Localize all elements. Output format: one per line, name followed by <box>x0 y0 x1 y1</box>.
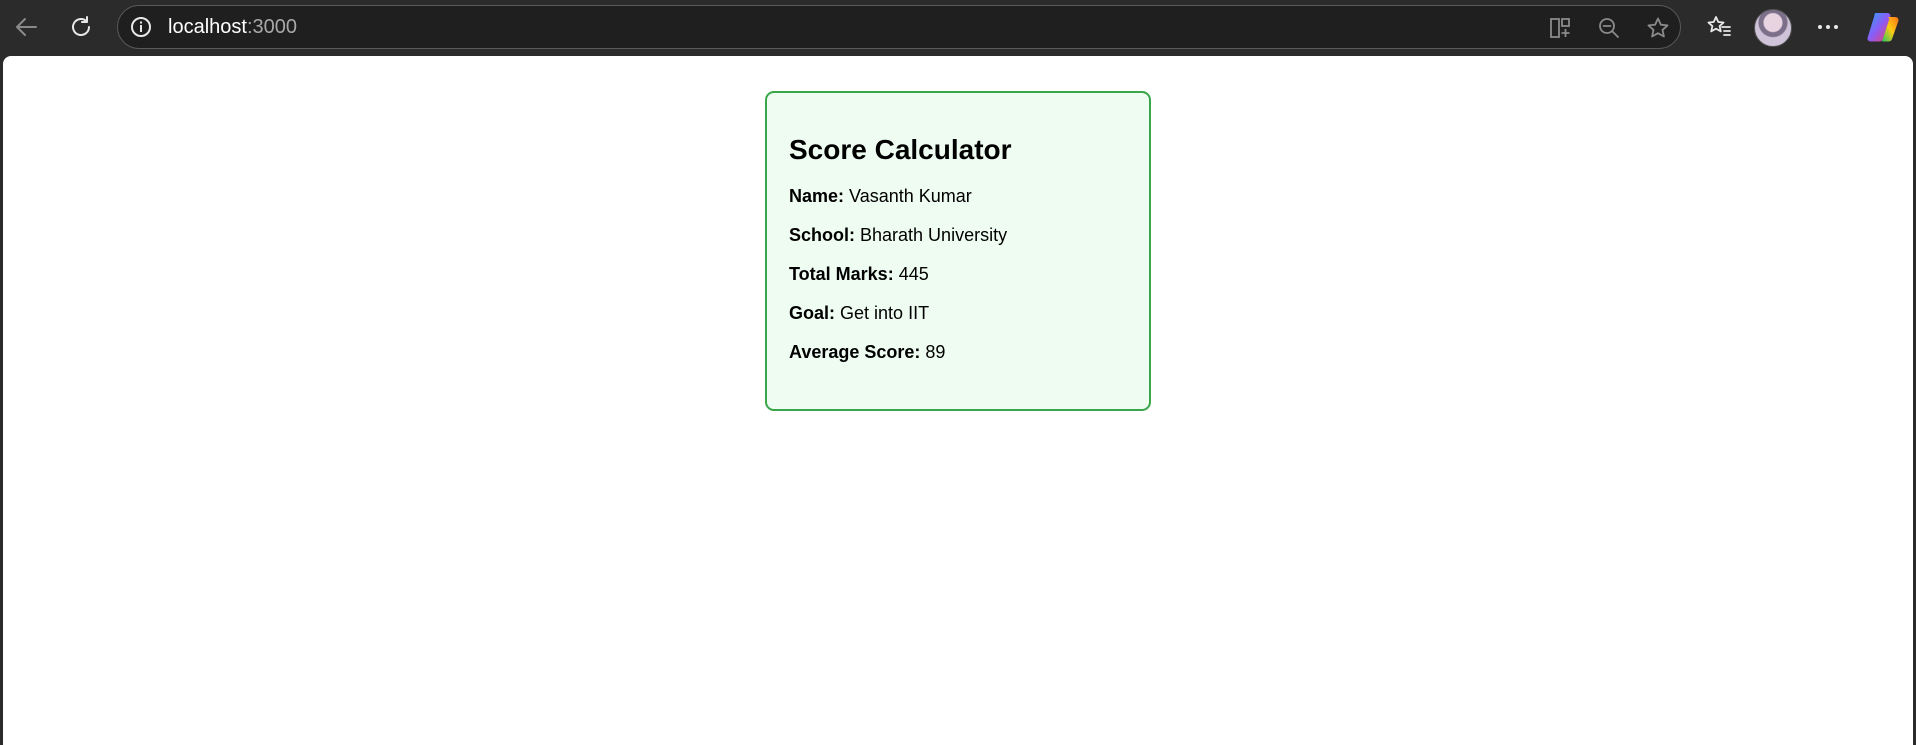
score-card: Score Calculator Name: Vasanth Kumar Sch… <box>765 91 1151 411</box>
zoom-out-icon[interactable] <box>1596 15 1622 41</box>
name-row: Name: Vasanth Kumar <box>789 185 1149 207</box>
address-bar[interactable]: localhost:3000 <box>117 5 1681 49</box>
favorites-icon[interactable] <box>1699 7 1739 47</box>
url-port: :3000 <box>246 16 297 38</box>
star-icon[interactable] <box>1645 15 1671 41</box>
copilot-icon[interactable] <box>1865 9 1901 45</box>
school-label: School: <box>789 225 855 245</box>
average-score-label: Average Score: <box>789 342 921 362</box>
back-arrow-icon[interactable] <box>7 7 47 47</box>
name-value: Vasanth Kumar <box>849 186 972 206</box>
goal-value: Get into IIT <box>840 303 930 323</box>
average-score-row: Average Score: 89 <box>789 341 1149 363</box>
school-value: Bharath University <box>860 225 1008 245</box>
more-icon[interactable] <box>1808 7 1848 47</box>
info-icon[interactable] <box>130 16 152 38</box>
refresh-icon[interactable] <box>61 7 101 47</box>
total-marks-row: Total Marks: 445 <box>789 263 1149 285</box>
page-viewport: Score Calculator Name: Vasanth Kumar Sch… <box>3 56 1913 745</box>
total-marks-value: 445 <box>898 264 929 284</box>
card-title: Score Calculator <box>789 134 1012 165</box>
url-text[interactable]: localhost:3000 <box>168 6 297 48</box>
school-row: School: Bharath University <box>789 224 1149 246</box>
split-screen-icon[interactable] <box>1547 15 1573 41</box>
total-marks-label: Total Marks: <box>789 264 894 284</box>
goal-label: Goal: <box>789 303 836 323</box>
url-host: localhost <box>168 16 247 38</box>
name-label: Name: <box>789 186 845 206</box>
browser-toolbar: localhost:3000 <box>0 0 1916 56</box>
average-score-value: 89 <box>925 342 946 362</box>
profile-avatar[interactable] <box>1754 9 1792 47</box>
goal-row: Goal: Get into IIT <box>789 302 1149 324</box>
